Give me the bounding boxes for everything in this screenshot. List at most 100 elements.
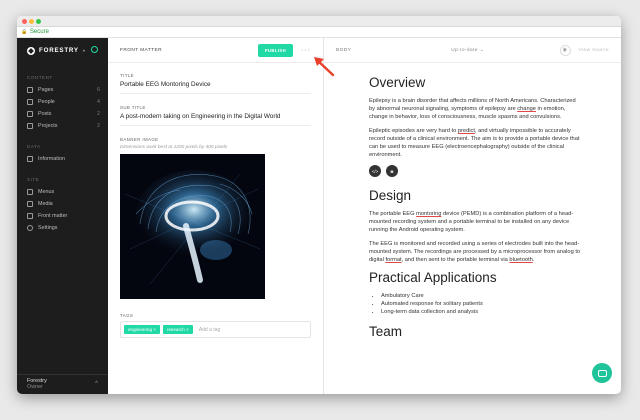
spellcheck-word: change bbox=[517, 106, 536, 112]
forestry-logo-icon bbox=[27, 46, 35, 55]
spellcheck-word: predict bbox=[457, 128, 475, 134]
list-item: Automated response for solitary patients bbox=[381, 300, 581, 308]
camera-icon[interactable]: ◙ bbox=[386, 165, 398, 177]
body-preview-panel: BODY Up-to-date ⌄ ◉ View source Overview… bbox=[324, 38, 621, 394]
tag-chip[interactable]: engineering × bbox=[124, 325, 160, 334]
overview-paragraph: Epileptic episodes are very hard to pred… bbox=[369, 127, 581, 159]
front-matter-fields: TITLE Portable EEG Montoring Device SUB … bbox=[108, 63, 323, 348]
rendered-document[interactable]: Overview Epilepsy is a brain disorder th… bbox=[324, 63, 621, 339]
sidebar-item-label: Media bbox=[38, 201, 53, 207]
text-run: The portable EEG bbox=[369, 211, 417, 217]
overview-heading: Overview bbox=[369, 75, 426, 90]
banner-image-hint: Dimensions work best at 1200 pixels by 4… bbox=[120, 145, 228, 150]
sidebar-item-posts[interactable]: Posts 2 bbox=[17, 108, 108, 120]
table-icon bbox=[27, 156, 33, 162]
design-paragraph: The EEG is monitored and recorded using … bbox=[369, 240, 581, 264]
preview-header: BODY Up-to-date ⌄ ◉ View source bbox=[324, 38, 621, 63]
panel-title: BODY bbox=[336, 47, 352, 53]
front-matter-icon bbox=[27, 213, 33, 219]
more-options-button[interactable]: ··· bbox=[301, 47, 311, 54]
site-heading: SITE bbox=[27, 177, 40, 182]
spellcheck-word: montoring bbox=[416, 211, 442, 217]
overview-paragraph: Epilepsy is a brain disorder that affect… bbox=[369, 97, 581, 121]
pages-icon bbox=[27, 87, 33, 93]
list-item: Long-term data collection and analysis bbox=[381, 308, 581, 316]
sidebar-item-label: People bbox=[38, 99, 55, 105]
list-item: Ambulatory Care bbox=[381, 292, 581, 300]
item-count: 2 bbox=[97, 123, 100, 129]
add-tag-input[interactable]: Add a tag bbox=[199, 327, 220, 333]
code-embed-icon[interactable]: </> bbox=[369, 165, 381, 177]
people-icon bbox=[27, 99, 33, 105]
sidebar-item-settings[interactable]: Settings bbox=[17, 222, 108, 234]
subtitle-field[interactable]: A post-modern taking on Engineering in t… bbox=[120, 113, 311, 126]
sidebar-item-label: Front matter bbox=[38, 213, 68, 219]
close-window-button[interactable] bbox=[22, 19, 27, 24]
chat-support-button[interactable] bbox=[592, 363, 612, 383]
text-run: . bbox=[532, 257, 535, 263]
media-icon bbox=[27, 201, 33, 207]
sync-status-label: Up-to-date bbox=[451, 47, 478, 53]
panel-title: FRONT MATTER bbox=[120, 47, 162, 53]
data-heading: DATA bbox=[27, 144, 41, 149]
chat-bubble-icon bbox=[597, 369, 607, 377]
maximize-window-button[interactable] bbox=[36, 19, 41, 24]
minimize-window-button[interactable] bbox=[29, 19, 34, 24]
sidebar-item-projects[interactable]: Projects 2 bbox=[17, 120, 108, 132]
address-bar[interactable]: 🔒 Secure bbox=[17, 27, 621, 38]
title-field[interactable]: Portable EEG Montoring Device bbox=[120, 81, 311, 94]
sidebar-item-front-matter[interactable]: Front matter bbox=[17, 210, 108, 222]
item-count: 6 bbox=[97, 87, 100, 93]
sidebar-item-menus[interactable]: Menus bbox=[17, 186, 108, 198]
projects-icon bbox=[27, 123, 33, 129]
lock-icon: 🔒 bbox=[21, 29, 28, 35]
text-run: Epileptic episodes are very hard to bbox=[369, 128, 458, 134]
applications-list: Ambulatory Care Automated response for s… bbox=[381, 292, 581, 316]
brain-illustration bbox=[120, 154, 265, 299]
text-run: , and then sent to the portable terminal… bbox=[401, 257, 510, 263]
banner-image-label: BANNER IMAGE bbox=[120, 137, 159, 142]
view-source-button[interactable]: View source bbox=[579, 48, 609, 53]
menu-icon bbox=[27, 189, 33, 195]
account-switcher[interactable]: Forestry Owner ^ bbox=[17, 374, 108, 394]
content-heading: CONTENT bbox=[27, 75, 53, 80]
sidebar-item-pages[interactable]: Pages 6 bbox=[17, 84, 108, 96]
subtitle-label: SUB TITLE bbox=[120, 105, 146, 110]
status-ring-icon bbox=[91, 46, 98, 53]
sidebar-item-people[interactable]: People 4 bbox=[17, 96, 108, 108]
team-heading: Team bbox=[369, 324, 403, 339]
design-heading: Design bbox=[369, 188, 412, 203]
spellcheck-word: bluetooth bbox=[509, 257, 533, 263]
item-count: 2 bbox=[97, 111, 100, 117]
item-count: 4 bbox=[97, 99, 100, 105]
sidebar-item-label: Settings bbox=[38, 225, 58, 231]
tag-chip[interactable]: research × bbox=[162, 325, 193, 334]
sidebar-item-label: Menus bbox=[38, 189, 55, 195]
brand-name: FORESTRY bbox=[39, 47, 79, 54]
sidebar-item-label: Information bbox=[38, 156, 65, 162]
tags-label: TAGS bbox=[120, 313, 134, 318]
editor-header: FRONT MATTER PUBLISH ··· bbox=[108, 38, 323, 63]
sync-status[interactable]: Up-to-date ⌄ bbox=[451, 48, 484, 53]
gear-icon bbox=[27, 225, 33, 231]
chevron-down-icon: ▾ bbox=[82, 48, 86, 53]
sidebar-item-information[interactable]: Information bbox=[17, 153, 108, 165]
publish-button[interactable]: PUBLISH bbox=[257, 43, 293, 57]
cms-app: FORESTRY ▾ CONTENT Pages 6 People 4 Posts 2… bbox=[17, 38, 621, 394]
tags-input[interactable]: engineering × research × Add a tag bbox=[120, 321, 311, 338]
sidebar-item-label: Posts bbox=[38, 111, 52, 117]
sidebar-item-label: Pages bbox=[38, 87, 54, 93]
spellcheck-word: format bbox=[385, 257, 402, 263]
title-label: TITLE bbox=[120, 73, 134, 78]
account-role: Owner bbox=[27, 384, 43, 390]
sidebar-item-label: Projects bbox=[38, 123, 58, 129]
sidebar: FORESTRY ▾ CONTENT Pages 6 People 4 Posts 2… bbox=[17, 38, 108, 394]
chevron-up-icon: ^ bbox=[95, 381, 98, 387]
banner-image[interactable] bbox=[120, 154, 265, 299]
secure-label: Secure bbox=[29, 29, 49, 35]
applications-heading: Practical Applications bbox=[369, 270, 497, 285]
eye-icon[interactable]: ◉ bbox=[559, 44, 571, 56]
design-paragraph: The portable EEG montoring device (PEMD)… bbox=[369, 210, 581, 234]
front-matter-panel: FRONT MATTER PUBLISH ··· TITLE Portable … bbox=[108, 38, 324, 394]
sidebar-item-media[interactable]: Media bbox=[17, 198, 108, 210]
